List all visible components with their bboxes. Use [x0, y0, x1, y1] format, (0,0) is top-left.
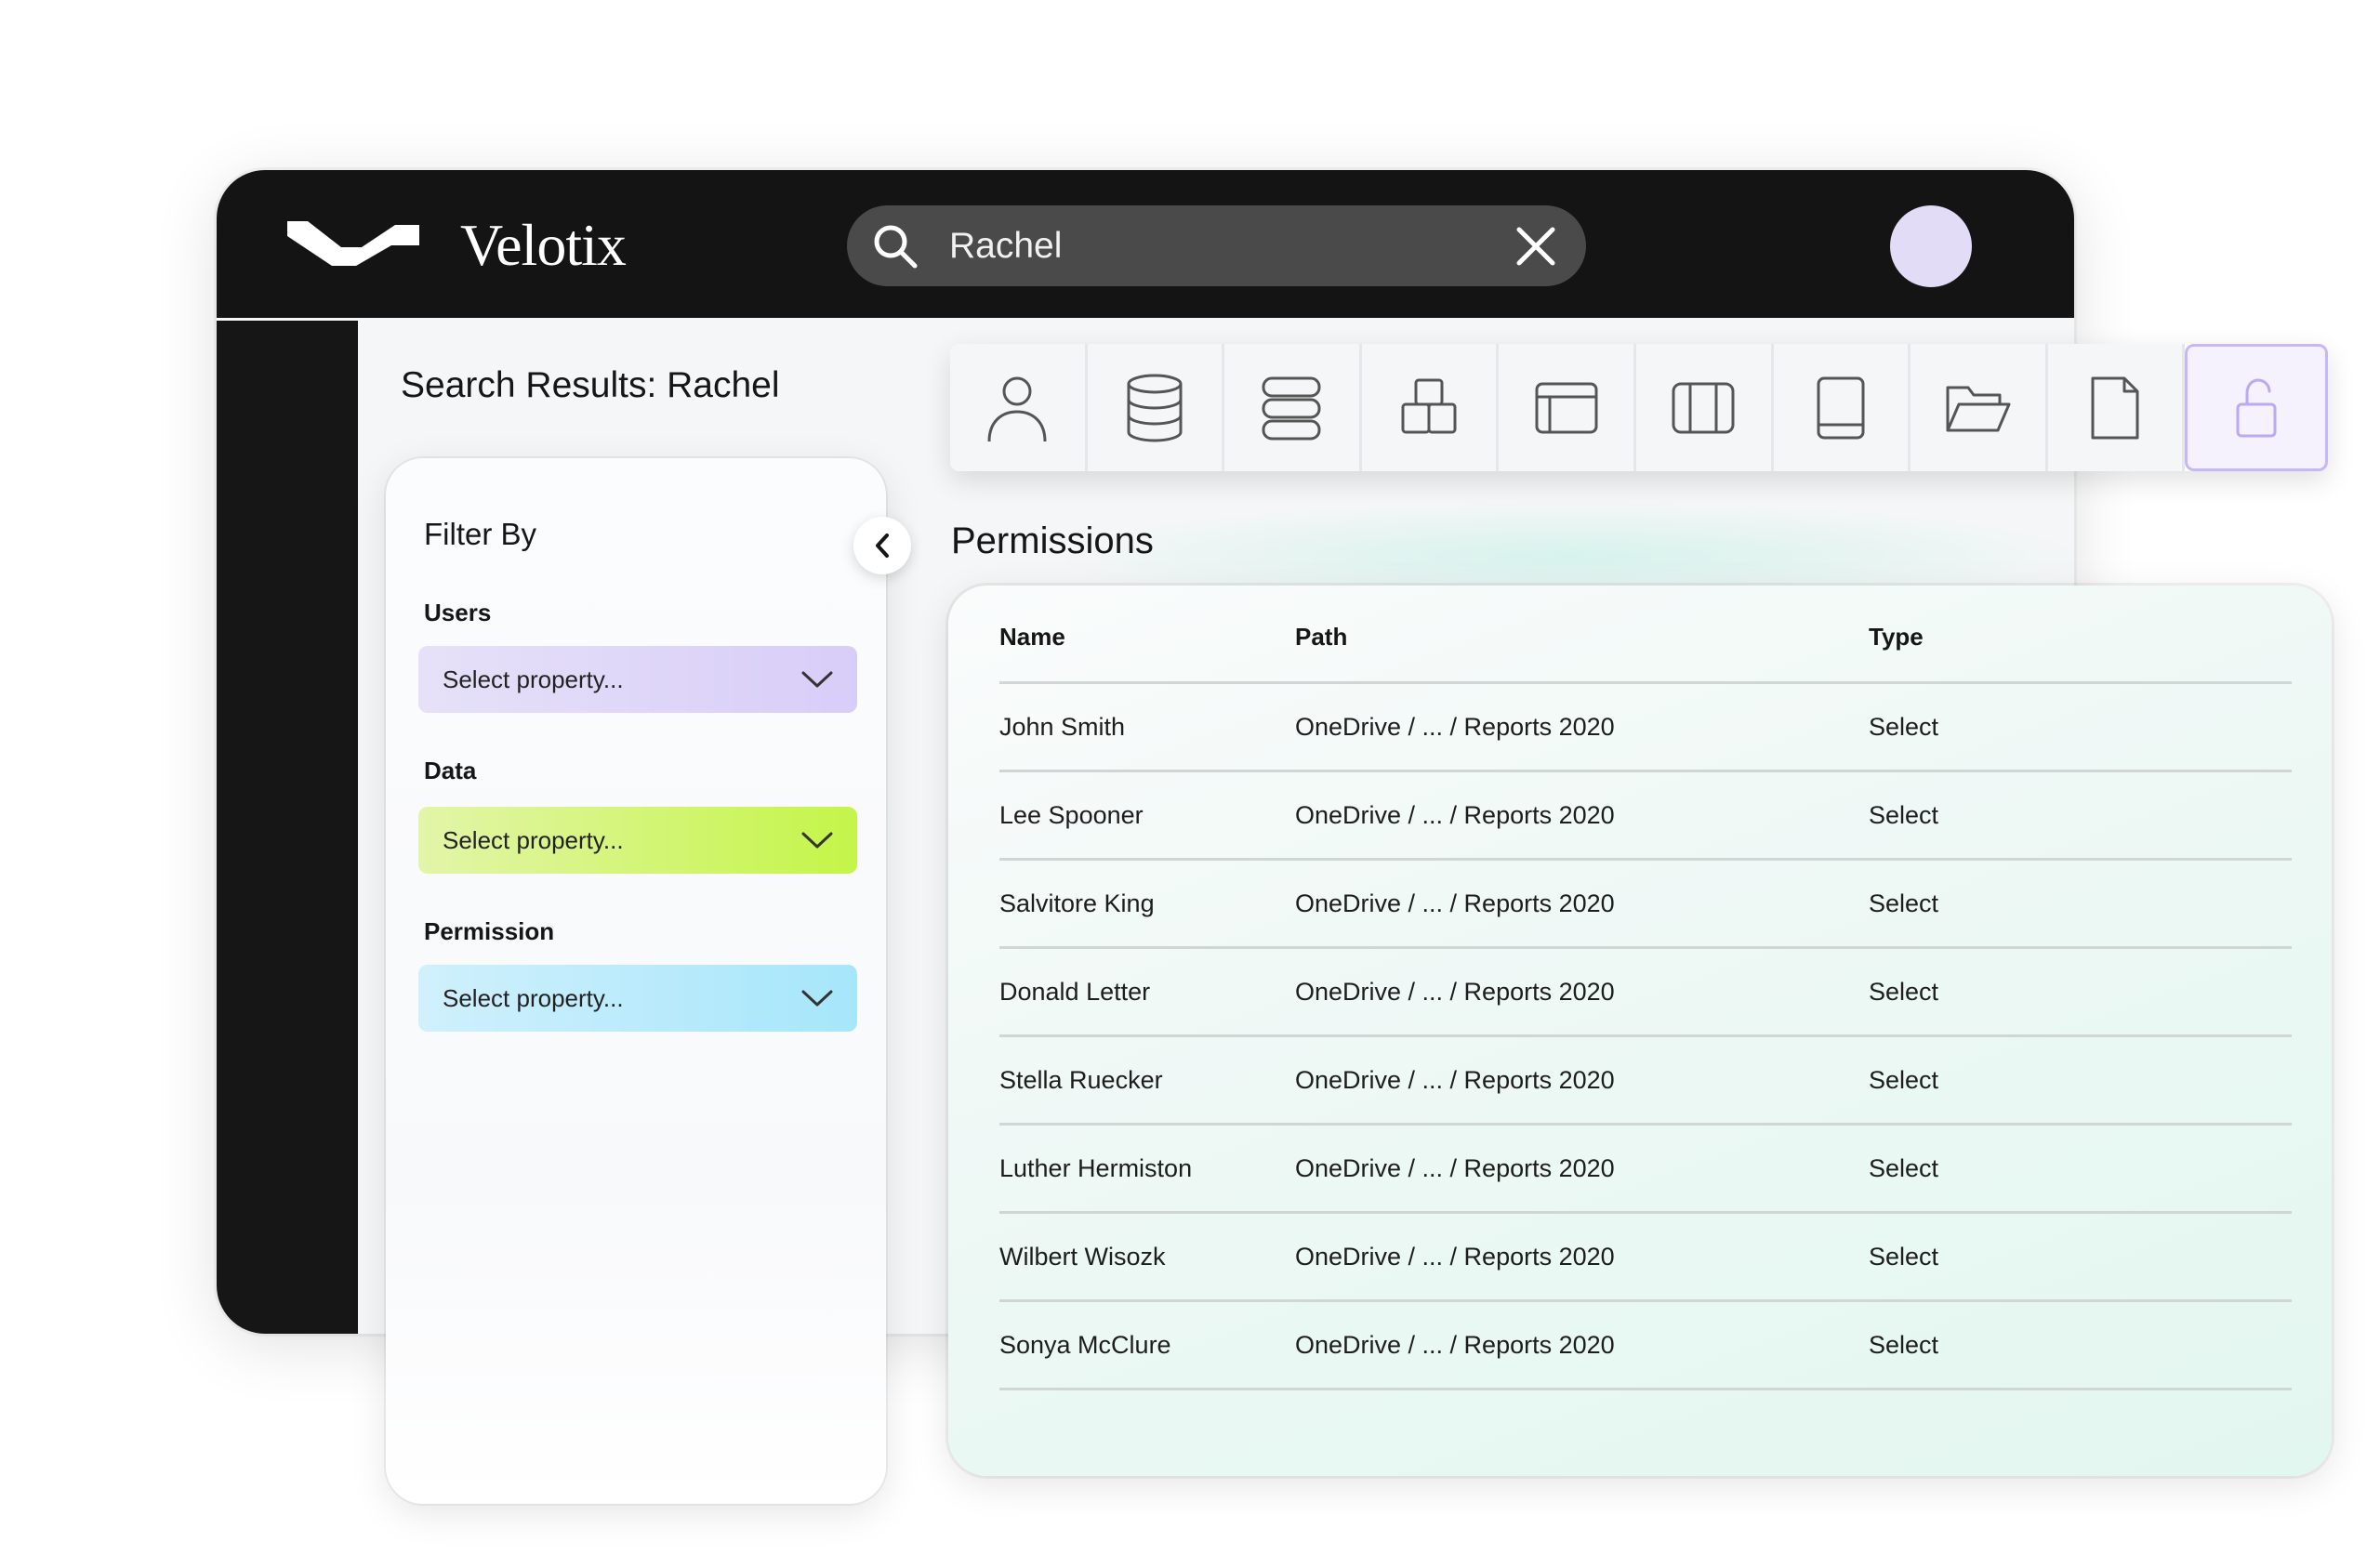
row-path: OneDrive / ... / Reports 2020	[1295, 1331, 1615, 1359]
chevron-down-icon	[801, 671, 833, 688]
columns-icon	[1672, 382, 1735, 433]
data-select-value: Select property...	[443, 825, 624, 854]
folder-open-icon	[1946, 386, 2011, 431]
row-type[interactable]: Select	[1869, 801, 1938, 830]
search-bar[interactable]	[847, 205, 1586, 286]
avatar[interactable]	[1890, 205, 1972, 287]
left-sidebar	[217, 321, 358, 1334]
permission-select[interactable]: Select property...	[418, 965, 857, 1032]
collapse-panel-button[interactable]	[853, 517, 911, 574]
filter-title: Filter By	[424, 517, 537, 551]
row-type[interactable]: Select	[1869, 1243, 1938, 1271]
column-header-path[interactable]: Path	[1295, 623, 1347, 652]
row-name: Salvitore King	[999, 889, 1155, 917]
row-name: John Smith	[999, 713, 1126, 741]
user-icon	[987, 376, 1047, 441]
chevron-down-icon	[801, 832, 833, 849]
row-name: Lee Spooner	[999, 801, 1144, 829]
tool-files[interactable]	[2047, 344, 2186, 471]
row-path: OneDrive / ... / Reports 2020	[1295, 978, 1615, 1006]
column-header-type[interactable]: Type	[1869, 623, 1924, 652]
search-icon	[874, 225, 918, 269]
filter-label-permission: Permission	[424, 917, 555, 945]
tool-blocks[interactable]	[1361, 344, 1500, 471]
row-path: OneDrive / ... / Reports 2020	[1295, 889, 1615, 917]
filter-label-users: Users	[424, 599, 492, 626]
data-select[interactable]: Select property...	[418, 807, 857, 874]
chevron-down-icon	[801, 990, 833, 1007]
table-row[interactable]: John Smith OneDrive / ... / Reports 2020…	[999, 684, 2292, 772]
row-type[interactable]: Select	[1869, 713, 1938, 742]
tool-databases[interactable]	[1087, 344, 1225, 471]
row-name: Sonya McClure	[999, 1331, 1171, 1359]
unlock-icon	[2236, 377, 2277, 437]
table-row[interactable]: Lee Spooner OneDrive / ... / Reports 202…	[999, 772, 2292, 861]
row-name: Stella Ruecker	[999, 1066, 1163, 1094]
users-select-value: Select property...	[443, 665, 624, 693]
row-type[interactable]: Select	[1869, 1066, 1938, 1095]
database-icon	[1127, 374, 1183, 442]
tablet-icon	[1817, 376, 1865, 439]
permissions-table: Name Path Type John Smith OneDrive / ...…	[948, 586, 2332, 1476]
table-row[interactable]: Donald Letter OneDrive / ... / Reports 2…	[999, 949, 2292, 1037]
server-icon	[1262, 376, 1321, 440]
tool-permissions[interactable]	[2185, 344, 2328, 471]
row-type[interactable]: Select	[1869, 1331, 1938, 1360]
top-bar: Velotix	[217, 170, 2074, 318]
tool-servers[interactable]	[1224, 344, 1362, 471]
users-select[interactable]: Select property...	[418, 646, 857, 713]
permission-select-value: Select property...	[443, 983, 624, 1012]
velotix-logo-icon	[287, 221, 419, 266]
entity-toolbar	[950, 344, 2328, 471]
search-input[interactable]	[949, 205, 1470, 286]
close-icon[interactable]	[1514, 224, 1558, 269]
table-row[interactable]: Stella Ruecker OneDrive / ... / Reports …	[999, 1037, 2292, 1126]
column-header-name[interactable]: Name	[999, 623, 1065, 652]
tool-users[interactable]	[950, 344, 1088, 471]
tool-columns[interactable]	[1635, 344, 1774, 471]
permissions-title: Permissions	[951, 520, 1154, 561]
table-row[interactable]: Wilbert Wisozk OneDrive / ... / Reports …	[999, 1214, 2292, 1302]
row-type[interactable]: Select	[1869, 978, 1938, 1007]
filter-label-data: Data	[424, 757, 477, 784]
tool-windows[interactable]	[1499, 344, 1636, 471]
row-name: Donald Letter	[999, 978, 1151, 1006]
blocks-icon	[1401, 378, 1457, 433]
row-path: OneDrive / ... / Reports 2020	[1295, 713, 1615, 741]
table-row[interactable]: Salvitore King OneDrive / ... / Reports …	[999, 861, 2292, 949]
row-name: Wilbert Wisozk	[999, 1243, 1166, 1271]
row-name: Luther Hermiston	[999, 1154, 1193, 1182]
tool-folders[interactable]	[1911, 344, 2048, 471]
app-name: Velotix	[460, 212, 627, 278]
window-icon	[1535, 382, 1598, 433]
table-row[interactable]: Luther Hermiston OneDrive / ... / Report…	[999, 1126, 2292, 1214]
row-type[interactable]: Select	[1869, 889, 1938, 918]
table-row[interactable]: Sonya McClure OneDrive / ... / Reports 2…	[999, 1302, 2292, 1390]
row-path: OneDrive / ... / Reports 2020	[1295, 1154, 1615, 1182]
row-path: OneDrive / ... / Reports 2020	[1295, 1066, 1615, 1094]
page-title: Search Results: Rachel	[401, 365, 780, 405]
row-path: OneDrive / ... / Reports 2020	[1295, 1243, 1615, 1271]
table-header: Name Path Type	[999, 586, 2292, 684]
row-path: OneDrive / ... / Reports 2020	[1295, 801, 1615, 829]
tool-devices[interactable]	[1773, 344, 1911, 471]
chevron-left-icon	[876, 533, 889, 558]
file-icon	[2091, 376, 2139, 439]
row-type[interactable]: Select	[1869, 1154, 1938, 1183]
